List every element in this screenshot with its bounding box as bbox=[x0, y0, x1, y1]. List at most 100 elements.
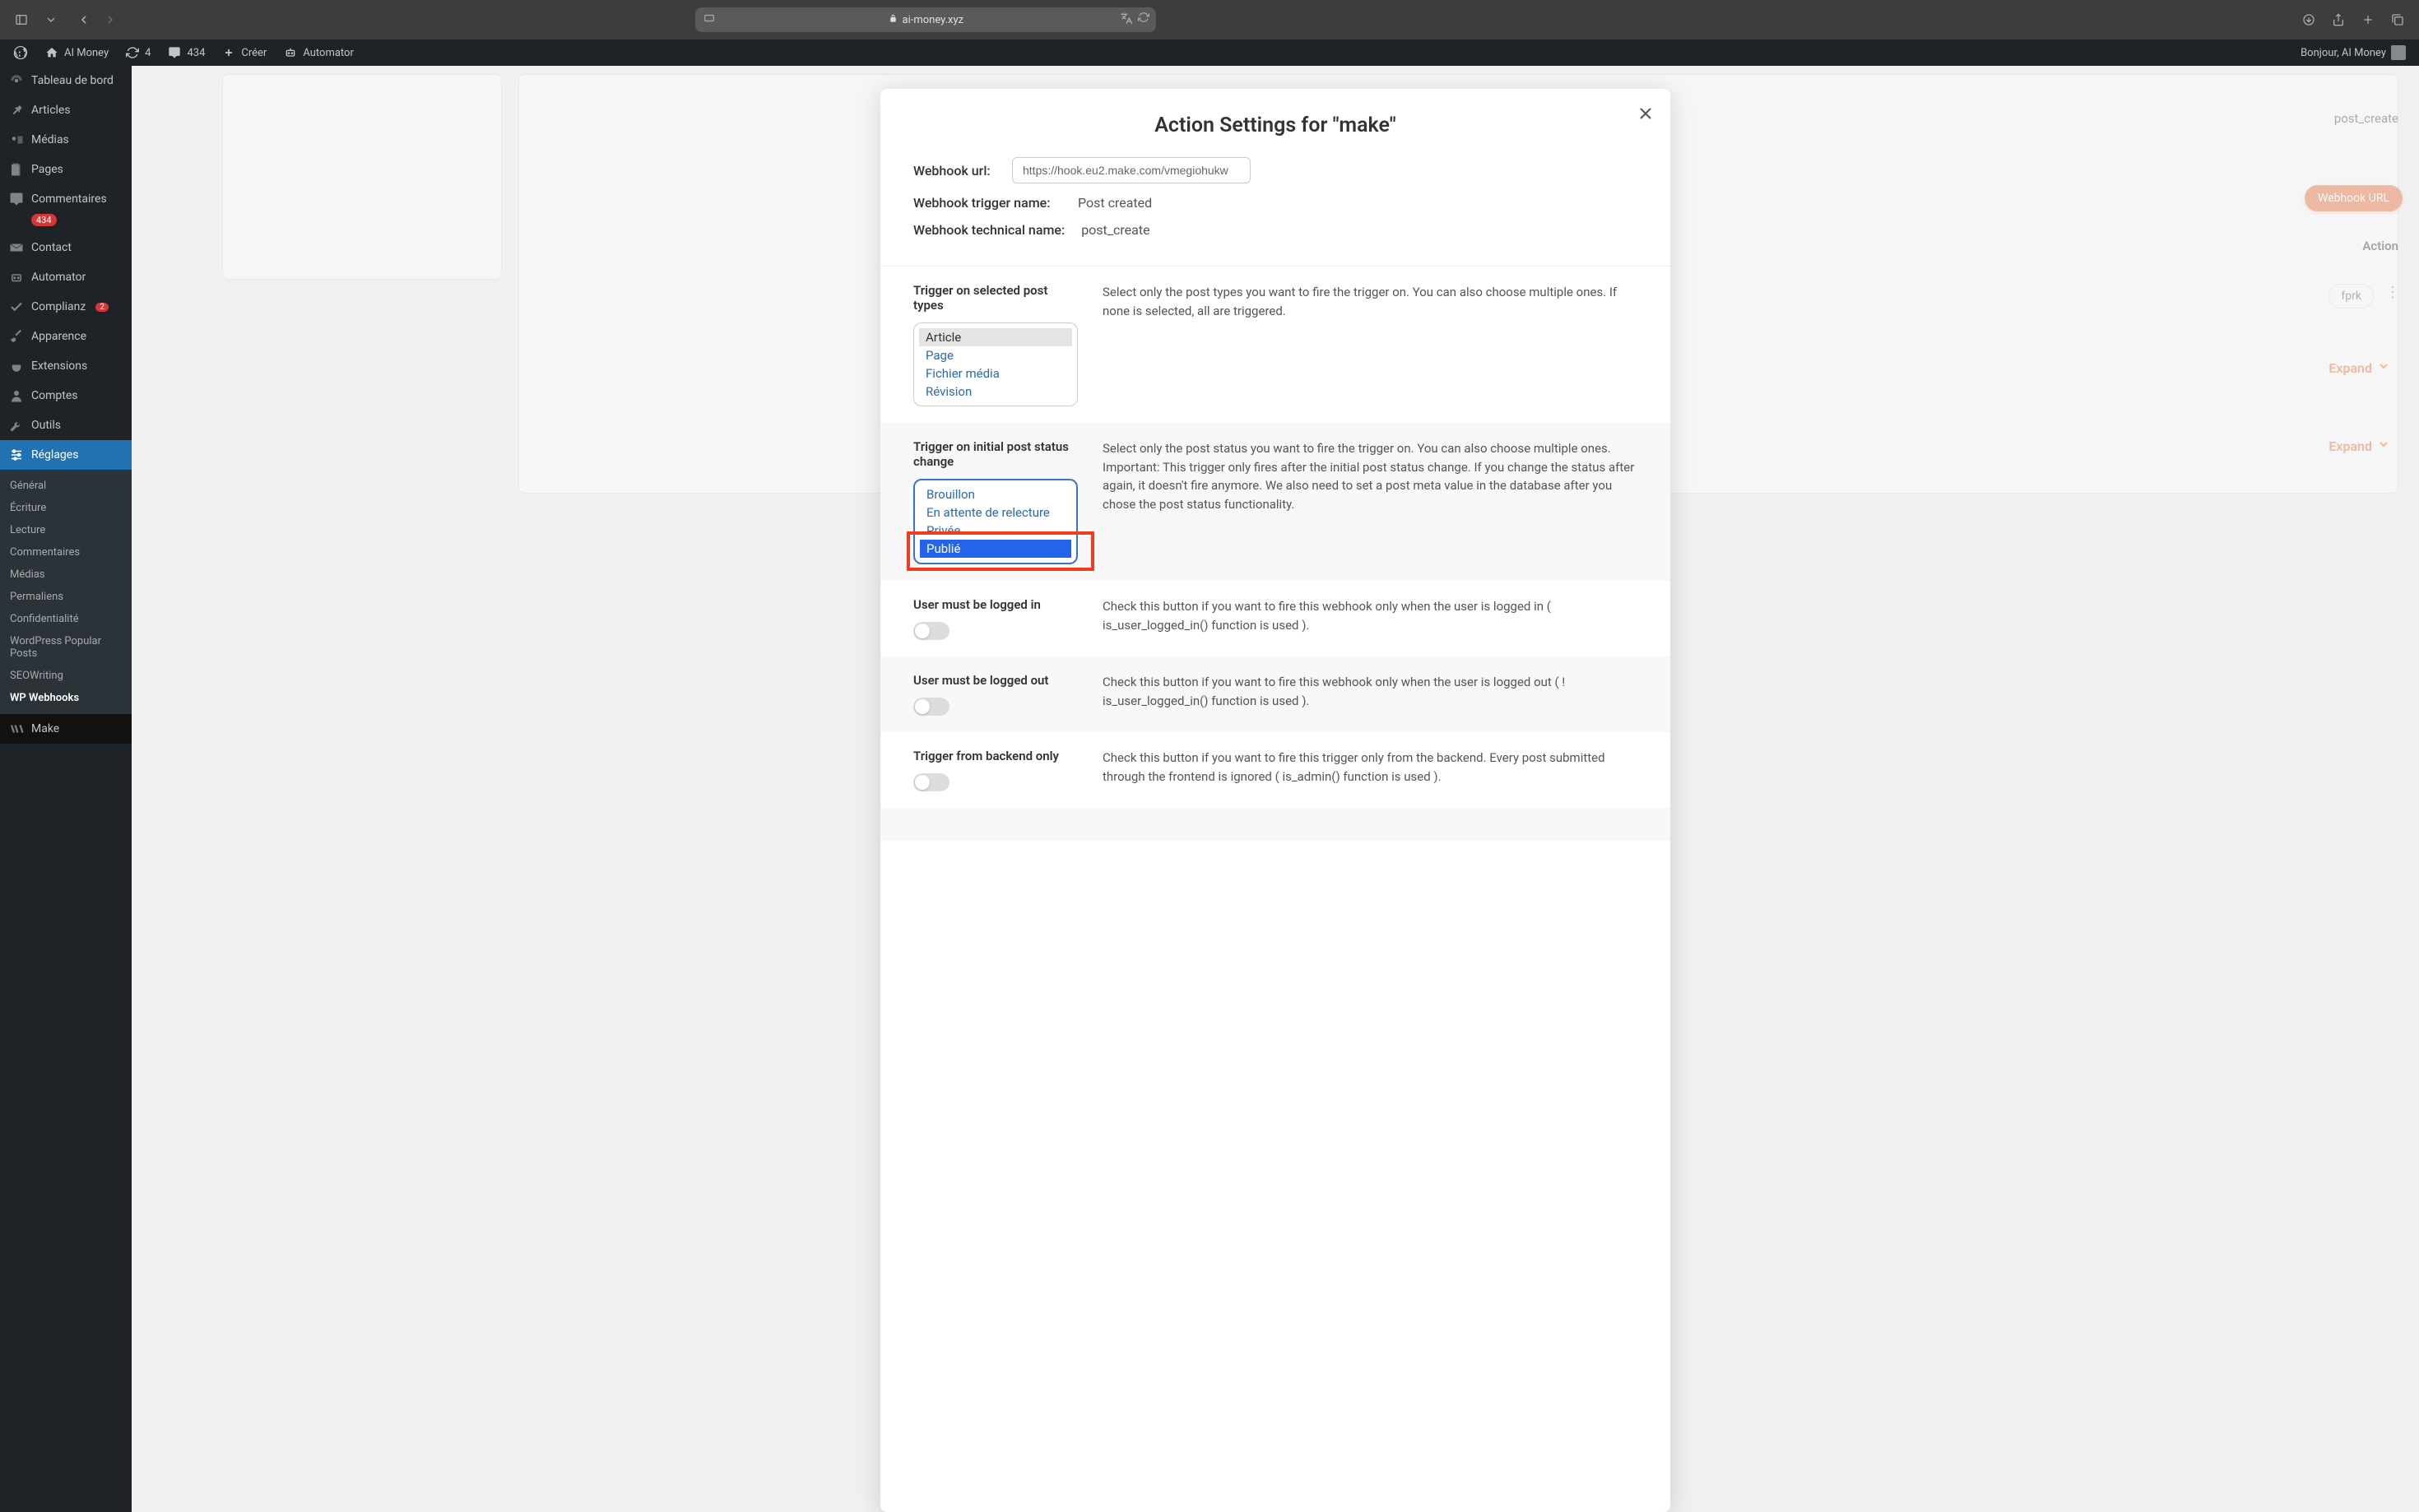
setting-spacer bbox=[880, 808, 1670, 841]
automator-label: Automator bbox=[303, 47, 354, 59]
comments-badge: 434 bbox=[31, 214, 57, 226]
sidebar-item-medias[interactable]: Médias bbox=[0, 125, 132, 155]
submenu-permalinks[interactable]: Permaliens bbox=[0, 586, 132, 608]
downloads-icon[interactable] bbox=[2297, 8, 2320, 31]
sidebar-item-contact[interactable]: Contact bbox=[0, 233, 132, 262]
comment-icon bbox=[167, 45, 182, 60]
sidebar-item-comments[interactable]: Commentaires 434 bbox=[0, 184, 132, 233]
submenu-discussion[interactable]: Commentaires bbox=[0, 541, 132, 564]
status-change-select[interactable]: Brouillon En attente de relecture Privée… bbox=[913, 479, 1078, 564]
mail-icon bbox=[8, 239, 25, 256]
post-types-desc: Select only the post types you want to f… bbox=[1103, 283, 1637, 406]
modal-title: Action Settings for "make" bbox=[913, 114, 1637, 137]
comments-link[interactable]: 434 bbox=[160, 39, 211, 66]
post-types-title: Trigger on selected post types bbox=[913, 283, 1078, 313]
new-tab-icon[interactable] bbox=[2356, 8, 2380, 31]
option-privee[interactable]: Privée bbox=[920, 522, 1071, 540]
updates-count: 4 bbox=[145, 47, 151, 59]
submenu-privacy[interactable]: Confidentialité bbox=[0, 608, 132, 630]
sidebar-item-automator[interactable]: Automator bbox=[0, 262, 132, 292]
translate-icon[interactable] bbox=[1120, 12, 1133, 28]
settings-submenu: Général Écriture Lecture Commentaires Mé… bbox=[0, 470, 132, 714]
sidebar-toggle-icon[interactable] bbox=[10, 8, 33, 31]
technical-name-label: Webhook technical name: bbox=[913, 222, 1065, 238]
browser-chrome: ai-money.xyz bbox=[0, 0, 2419, 39]
option-publie[interactable]: Publié bbox=[920, 540, 1071, 558]
sliders-icon bbox=[8, 447, 25, 463]
address-bar[interactable]: ai-money.xyz bbox=[695, 7, 1156, 32]
setting-backend: Trigger from backend only Check this but… bbox=[880, 732, 1670, 808]
sidebar-item-pages[interactable]: Pages bbox=[0, 155, 132, 184]
option-media[interactable]: Fichier média bbox=[919, 364, 1072, 383]
wrench-icon bbox=[8, 417, 25, 434]
backend-toggle[interactable] bbox=[913, 773, 949, 791]
sidebar-item-settings[interactable]: Réglages bbox=[0, 440, 132, 470]
option-relecture[interactable]: En attente de relecture bbox=[920, 503, 1071, 522]
wp-adminbar: AI Money 4 434 Créer Automator Bonjour, … bbox=[0, 39, 2419, 66]
reload-icon[interactable] bbox=[1138, 12, 1149, 28]
option-revision[interactable]: Révision bbox=[919, 383, 1072, 401]
wp-sidebar: Tableau de bord Articles Médias Pages Co… bbox=[0, 66, 132, 1512]
backend-title: Trigger from backend only bbox=[913, 749, 1078, 763]
sidebar-item-make[interactable]: Make bbox=[0, 714, 132, 744]
logged-in-title: User must be logged in bbox=[913, 597, 1078, 612]
greeting-link[interactable]: Bonjour, AI Money bbox=[2294, 39, 2412, 66]
wordpress-icon bbox=[13, 45, 28, 60]
status-change-title: Trigger on initial post status change bbox=[913, 439, 1078, 469]
site-name-link[interactable]: AI Money bbox=[38, 39, 115, 66]
submenu-writing[interactable]: Écriture bbox=[0, 497, 132, 519]
comment-icon bbox=[8, 191, 25, 207]
submenu-seowriting[interactable]: SEOWriting bbox=[0, 665, 132, 687]
create-label: Créer bbox=[241, 47, 267, 59]
site-name: AI Money bbox=[64, 47, 109, 59]
robot-icon bbox=[8, 269, 25, 285]
lock-icon bbox=[889, 14, 898, 26]
plus-icon bbox=[221, 45, 236, 60]
setting-logged-in: User must be logged in Check this button… bbox=[880, 581, 1670, 656]
submenu-general[interactable]: Général bbox=[0, 475, 132, 497]
comments-count: 434 bbox=[187, 47, 205, 59]
home-icon bbox=[44, 45, 59, 60]
sidebar-item-appearance[interactable]: Apparence bbox=[0, 322, 132, 351]
wp-logo[interactable] bbox=[7, 39, 35, 66]
setting-status-change: Trigger on initial post status change Br… bbox=[880, 423, 1670, 581]
forward-icon bbox=[99, 8, 122, 31]
submenu-wpwebhooks[interactable]: WP Webhooks bbox=[0, 687, 132, 709]
sidebar-item-extensions[interactable]: Extensions bbox=[0, 351, 132, 381]
submenu-wpp[interactable]: WordPress Popular Posts bbox=[0, 630, 132, 665]
logged-in-toggle[interactable] bbox=[913, 622, 949, 640]
plug-icon bbox=[8, 358, 25, 374]
dashboard-icon bbox=[8, 72, 25, 89]
option-page[interactable]: Page bbox=[919, 346, 1072, 364]
share-icon[interactable] bbox=[2327, 8, 2350, 31]
sidebar-item-articles[interactable]: Articles bbox=[0, 95, 132, 125]
avatar bbox=[2391, 45, 2406, 60]
webhook-url-label: Webhook url: bbox=[913, 163, 996, 179]
reader-icon bbox=[703, 12, 715, 27]
logged-out-toggle[interactable] bbox=[913, 698, 949, 716]
back-icon[interactable] bbox=[72, 8, 95, 31]
option-brouillon[interactable]: Brouillon bbox=[920, 485, 1071, 503]
option-article[interactable]: Article bbox=[919, 328, 1072, 346]
trigger-name-label: Webhook trigger name: bbox=[913, 195, 1061, 211]
setting-post-types: Trigger on selected post types Article P… bbox=[880, 267, 1670, 423]
tabs-icon[interactable] bbox=[2386, 8, 2409, 31]
create-link[interactable]: Créer bbox=[215, 39, 273, 66]
close-button[interactable] bbox=[1636, 104, 1655, 123]
logged-out-desc: Check this button if you want to fire th… bbox=[1103, 673, 1637, 716]
post-types-select[interactable]: Article Page Fichier média Révision bbox=[913, 322, 1078, 406]
sidebar-item-tools[interactable]: Outils bbox=[0, 410, 132, 440]
setting-logged-out: User must be logged out Check this butto… bbox=[880, 656, 1670, 732]
submenu-reading[interactable]: Lecture bbox=[0, 519, 132, 541]
updates-link[interactable]: 4 bbox=[118, 39, 157, 66]
sidebar-item-complianz[interactable]: Complianz 2 bbox=[0, 292, 132, 322]
modal-overlay: Action Settings for "make" Webhook url: … bbox=[132, 66, 2419, 1512]
sidebar-item-dashboard[interactable]: Tableau de bord bbox=[0, 66, 132, 95]
sidebar-item-accounts[interactable]: Comptes bbox=[0, 381, 132, 410]
chevron-down-icon[interactable] bbox=[39, 8, 63, 31]
submenu-media[interactable]: Médias bbox=[0, 564, 132, 586]
automator-link[interactable]: Automator bbox=[276, 39, 360, 66]
brush-icon bbox=[8, 328, 25, 345]
webhook-url-input[interactable] bbox=[1012, 157, 1251, 183]
refresh-icon bbox=[125, 45, 140, 60]
